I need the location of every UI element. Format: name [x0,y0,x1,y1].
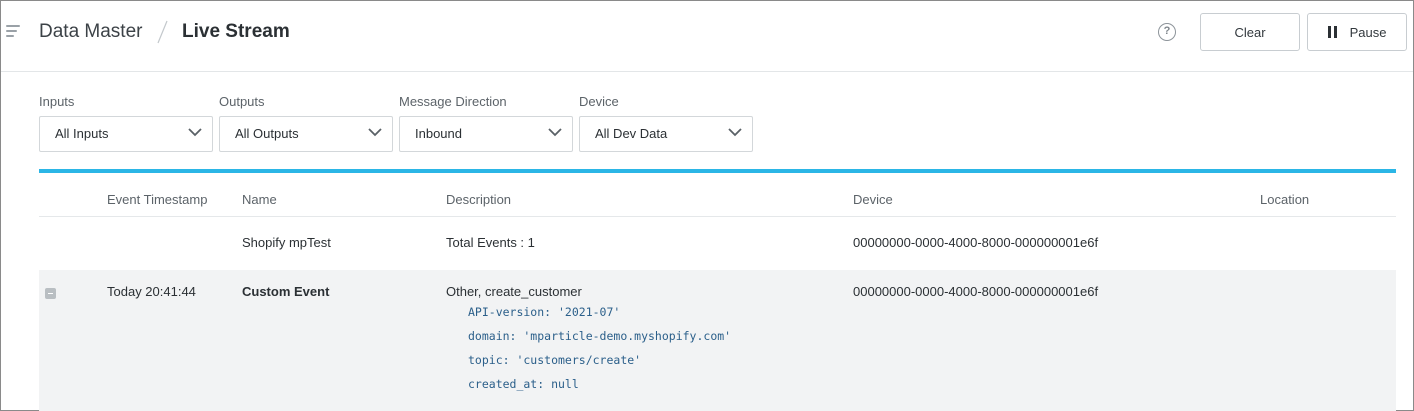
outputs-select[interactable]: All Outputs [219,116,393,152]
event-attribute: created_at: null [468,377,579,391]
row-description: Other, create_customer [446,284,582,299]
pause-icon [1327,26,1338,38]
column-header-device[interactable]: Device [853,192,893,207]
chevron-down-icon [188,128,202,137]
clear-button[interactable]: Clear [1200,13,1300,51]
event-attribute: API-version: '2021-07' [468,305,621,319]
stream-activity-bar [39,169,1396,173]
event-attribute: domain: 'mparticle-demo.myshopify.com' [468,329,732,343]
page-header: Data Master Live Stream ? Clear Pause [1,1,1413,72]
event-attribute: topic: 'customers/create' [468,353,642,367]
row-name: Shopify mpTest [242,235,331,250]
column-header-name[interactable]: Name [242,192,277,207]
help-icon[interactable]: ? [1158,23,1176,41]
pause-button[interactable]: Pause [1307,13,1407,51]
table-header-divider [39,216,1396,217]
outputs-select-value: All Outputs [235,126,299,141]
filter-label-device: Device [579,94,619,109]
breadcrumb-root[interactable]: Data Master [39,21,142,43]
column-header-location[interactable]: Location [1260,192,1309,207]
row-timestamp: Today 20:41:44 [107,284,196,299]
message-direction-select[interactable]: Inbound [399,116,573,152]
breadcrumb-separator-icon [157,20,168,44]
menu-icon[interactable] [6,25,22,39]
message-direction-select-value: Inbound [415,126,462,141]
filter-label-outputs: Outputs [219,94,265,109]
collapse-row-icon[interactable] [45,288,56,299]
page-title: Live Stream [182,21,290,42]
clear-button-label: Clear [1234,24,1266,40]
inputs-select-value: All Inputs [55,126,109,141]
chevron-down-icon [728,128,742,137]
chevron-down-icon [368,128,382,137]
filter-label-message-direction: Message Direction [399,94,507,109]
device-select[interactable]: All Dev Data [579,116,753,152]
column-header-description[interactable]: Description [446,192,511,207]
row-description: Total Events : 1 [446,235,535,250]
chevron-down-icon [548,128,562,137]
pause-button-label: Pause [1349,24,1387,40]
device-select-value: All Dev Data [595,126,668,141]
inputs-select[interactable]: All Inputs [39,116,213,152]
row-device: 00000000-0000-4000-8000-000000001e6f [853,235,1099,250]
column-header-timestamp[interactable]: Event Timestamp [107,192,207,207]
filter-label-inputs: Inputs [39,94,75,109]
row-device: 00000000-0000-4000-8000-000000001e6f [853,284,1099,299]
row-name: Custom Event [242,284,330,299]
